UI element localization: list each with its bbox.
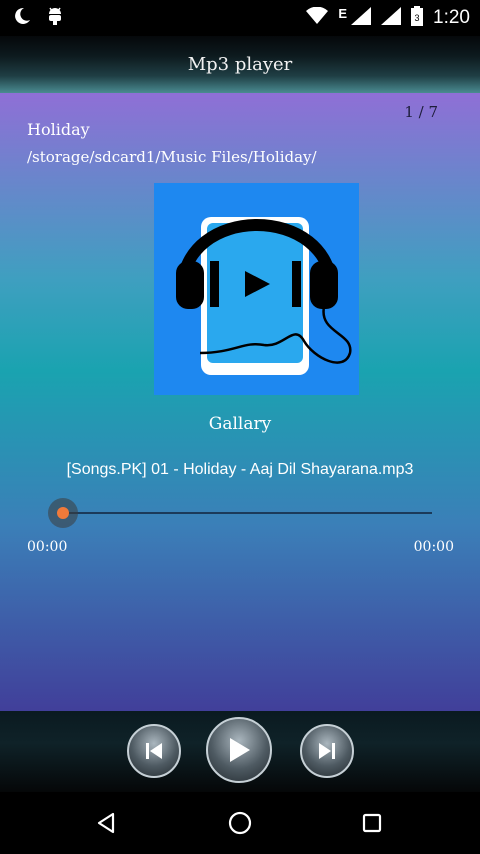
skip-next-icon bbox=[319, 743, 335, 759]
play-button[interactable] bbox=[206, 717, 272, 783]
song-filename: [Songs.PK] 01 - Holiday - Aaj Dil Shayar… bbox=[66, 461, 414, 478]
home-icon bbox=[228, 811, 252, 835]
track-counter: 1 / 7 bbox=[404, 103, 438, 121]
home-button[interactable] bbox=[222, 805, 258, 841]
art-caption: Gallary bbox=[208, 414, 272, 434]
previous-button[interactable] bbox=[127, 724, 181, 778]
next-button[interactable] bbox=[300, 724, 354, 778]
album-name: Holiday bbox=[27, 120, 90, 139]
android-debug-icon bbox=[46, 6, 64, 30]
playback-controls bbox=[0, 711, 480, 792]
seek-track[interactable] bbox=[64, 512, 432, 514]
seek-bar[interactable] bbox=[48, 497, 432, 528]
seek-thumb[interactable] bbox=[57, 507, 69, 519]
network-type: E bbox=[338, 5, 348, 21]
headphones-player-icon bbox=[176, 217, 352, 375]
back-button[interactable] bbox=[88, 805, 124, 841]
album-art[interactable] bbox=[154, 183, 359, 395]
back-icon bbox=[97, 812, 115, 834]
signal-icon-2 bbox=[381, 7, 402, 29]
total-time: 00:00 bbox=[413, 539, 454, 555]
status-bar: E 3 1:20 bbox=[0, 0, 480, 36]
recents-icon bbox=[362, 813, 382, 833]
play-icon bbox=[230, 738, 250, 762]
player-panel: 1 / 7 Holiday /storage/sdcard1/Music Fil… bbox=[0, 93, 480, 711]
skip-previous-icon bbox=[146, 743, 162, 759]
navigation-bar bbox=[0, 792, 480, 854]
elapsed-time: 00:00 bbox=[27, 539, 68, 555]
wifi-icon bbox=[306, 6, 329, 29]
moon-icon bbox=[12, 6, 32, 30]
app-bar: Mp3 player bbox=[0, 36, 480, 93]
signal-icon bbox=[351, 7, 372, 29]
battery-icon: 3 bbox=[411, 6, 424, 30]
svg-text:3: 3 bbox=[415, 13, 420, 23]
status-time: 1:20 bbox=[433, 7, 470, 28]
app-title: Mp3 player bbox=[187, 54, 293, 75]
folder-path: /storage/sdcard1/Music Files/Holiday/ bbox=[27, 148, 317, 166]
recents-button[interactable] bbox=[354, 805, 390, 841]
